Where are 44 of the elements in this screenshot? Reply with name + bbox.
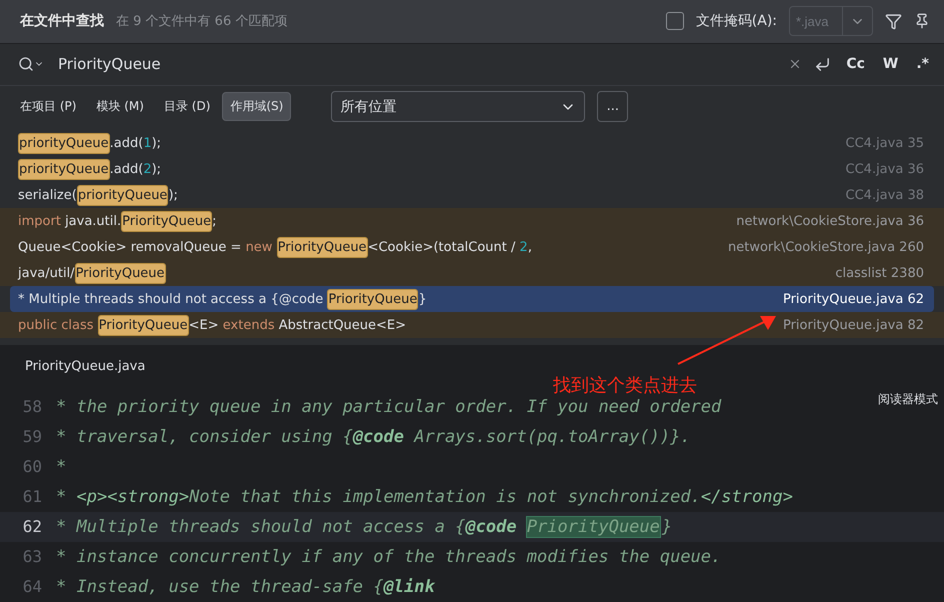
search-result-row[interactable]: public class PriorityQueue<E> extends AbstractQueue<E> PriorityQueue.java 82 <box>0 312 944 338</box>
reader-mode-button[interactable]: 阅读器模式 <box>878 390 938 408</box>
line-number: 59 <box>22 427 42 446</box>
scope-tab[interactable]: 作用域(S) <box>222 92 292 122</box>
line-number: 62 <box>22 517 42 536</box>
search-result-row[interactable]: Queue<Cookie> removalQueue = new PriorityQueue<Cookie>(totalCount / 2, network\CookieStore.java 260 <box>0 234 944 260</box>
line-number: 60 <box>22 457 42 476</box>
line-number: 61 <box>22 487 42 506</box>
search-result-row[interactable]: import java.util.PriorityQueue; network\CookieStore.java 36 <box>0 208 944 234</box>
code-line: * traversal, consider using {@code Arrays.sort(pq.toArray())}. <box>56 426 691 447</box>
pin-icon[interactable] <box>914 13 930 30</box>
file-mask-checkbox[interactable] <box>666 12 684 30</box>
newline-icon[interactable] <box>814 56 832 73</box>
line-number: 64 <box>22 577 42 596</box>
search-result-row[interactable]: * Multiple threads should not access a {@code PriorityQueue} PriorityQueue.java 62 <box>10 286 934 312</box>
search-option-toggle[interactable]: Cc <box>843 56 868 72</box>
search-field[interactable]: PriorityQueue <box>56 54 776 74</box>
line-number: 63 <box>22 547 42 566</box>
code-line: * <box>56 456 66 477</box>
search-result-row[interactable]: serialize(priorityQueue); CC4.java 38 <box>0 182 944 208</box>
code-line: * Multiple threads should not access a {@code PriorityQueue} <box>56 516 672 537</box>
search-icon[interactable] <box>18 56 44 72</box>
scope-tab[interactable]: 模块 (M) <box>88 92 152 122</box>
code-line: * <p><strong>Note that this implementation is not synchronized.</strong> <box>56 486 793 507</box>
file-mask-input[interactable]: *.java <box>790 7 842 36</box>
line-number: 58 <box>22 397 42 416</box>
scope-tab[interactable]: 在项目 (P) <box>12 92 84 122</box>
file-mask-field[interactable]: *.java <box>789 6 873 36</box>
code-line: * the priority queue in any particular order. If you need ordered <box>56 396 722 417</box>
search-option-toggle[interactable]: W <box>880 56 902 72</box>
more-button[interactable]: ... <box>597 91 628 122</box>
search-bar[interactable]: PriorityQueue Cc W .* <box>0 42 944 86</box>
search-result-row[interactable]: java/util/PriorityQueue classlist 2380 <box>0 260 944 286</box>
dialog-title: 在文件中查找 <box>20 12 104 30</box>
scope-tab[interactable]: 目录 (D) <box>156 92 218 122</box>
location-dropdown[interactable]: 所有位置 <box>331 91 586 122</box>
annotation-text: 找到这个类点进去 <box>553 374 697 397</box>
code-line: * instance concurrently if any of the threads modifies the queue. <box>56 546 722 567</box>
code-line: * Instead, use the thread-safe {@link <box>56 576 435 597</box>
file-tab[interactable]: PriorityQueue.java <box>25 359 146 374</box>
search-option-toggle[interactable]: .* <box>913 56 932 72</box>
file-mask-label: 文件掩码(A): <box>696 12 777 30</box>
filter-icon[interactable] <box>885 12 902 30</box>
match-summary: 在 9 个文件中有 66 个匹配项 <box>116 13 288 30</box>
